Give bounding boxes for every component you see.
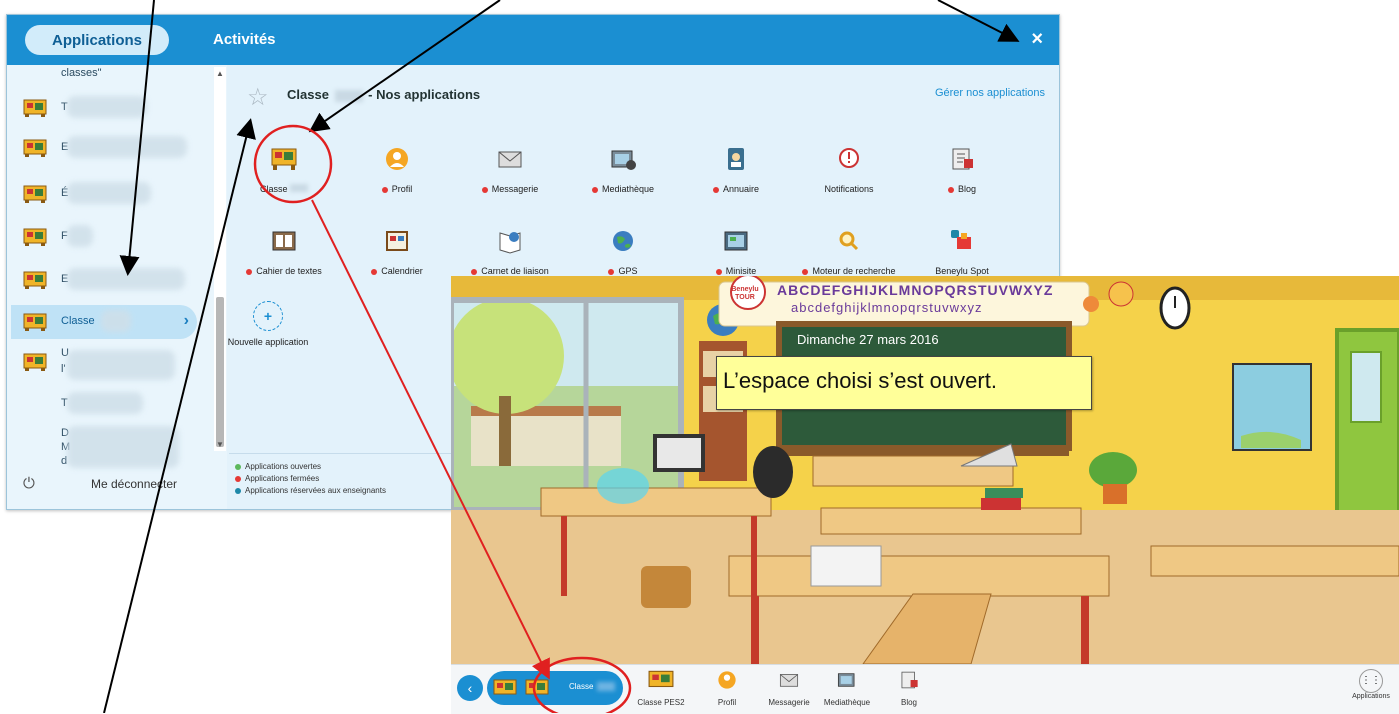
annotation-arrow — [119, 0, 155, 276]
annotation-arrow — [103, 118, 256, 713]
annotation-circle — [532, 656, 632, 713]
annotation-arrow — [937, 0, 1020, 42]
annotation-arrow — [311, 199, 550, 680]
annotation-circle — [253, 124, 333, 204]
annotation-arrow — [308, 0, 501, 133]
annotation-overlay — [103, 0, 1020, 713]
